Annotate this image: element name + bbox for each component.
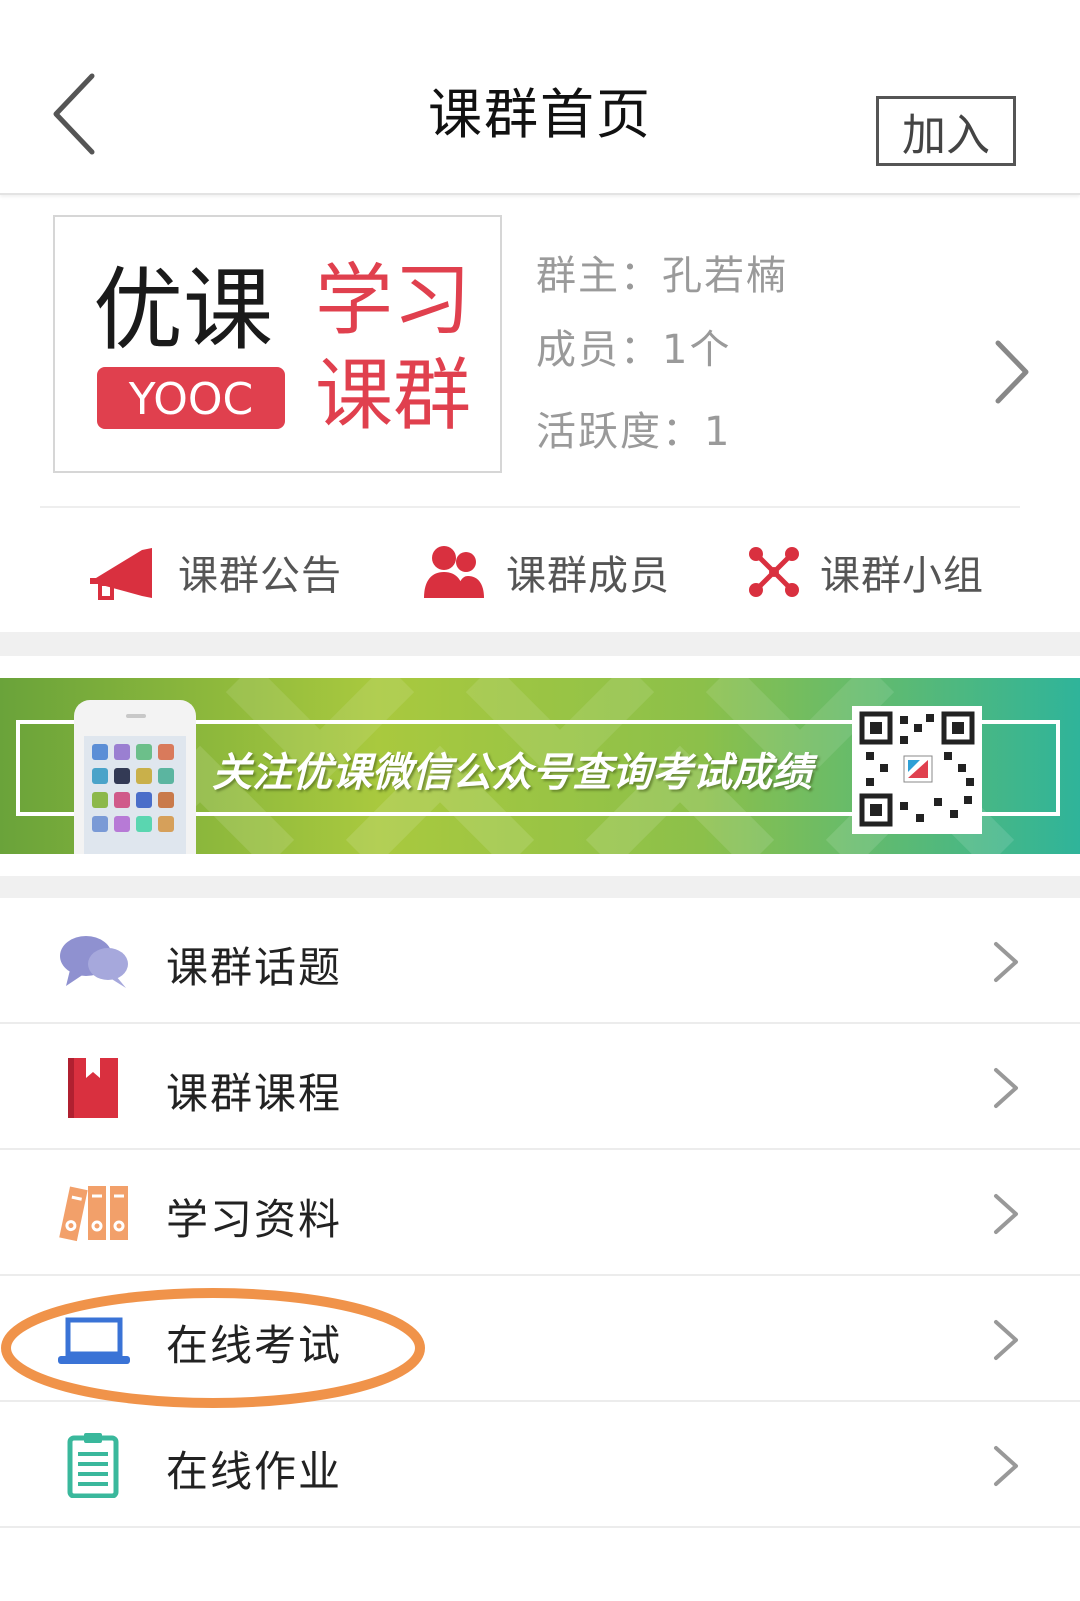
section-gap bbox=[0, 632, 1080, 656]
network-icon bbox=[749, 547, 799, 597]
chevron-right-icon bbox=[994, 1194, 1018, 1234]
menu-item-courses[interactable]: 课群课程 bbox=[0, 1024, 1080, 1150]
quick-action-members[interactable]: 课群成员 bbox=[422, 512, 670, 632]
phone-illustration bbox=[74, 700, 196, 854]
chevron-right-icon bbox=[994, 1068, 1018, 1108]
banner-text: 关注优课微信公众号查询考试成绩 bbox=[212, 750, 812, 796]
chevron-right-icon bbox=[994, 1320, 1018, 1360]
clipboard-icon bbox=[67, 1433, 119, 1498]
quick-action-label: 课群成员 bbox=[506, 553, 670, 599]
menu-item-topics[interactable]: 课群话题 bbox=[0, 898, 1080, 1024]
people-icon bbox=[424, 546, 484, 598]
menu-item-online-exam[interactable]: 在线考试 bbox=[0, 1276, 1080, 1402]
top-bar: 课群首页 加入 bbox=[0, 0, 1080, 195]
quick-action-notice[interactable]: 课群公告 bbox=[86, 512, 342, 632]
section-gap bbox=[0, 876, 1080, 898]
book-icon bbox=[68, 1058, 118, 1118]
qr-code-icon bbox=[852, 706, 982, 834]
menu-item-online-homework[interactable]: 在线作业 bbox=[0, 1402, 1080, 1528]
menu-item-label: 在线作业 bbox=[166, 1447, 343, 1496]
chat-bubbles-icon bbox=[60, 936, 128, 988]
chevron-right-icon bbox=[994, 1446, 1018, 1486]
binders-icon bbox=[59, 1186, 128, 1242]
join-button[interactable]: 加入 bbox=[876, 96, 1016, 166]
menu-item-label: 课群话题 bbox=[166, 943, 343, 992]
chevron-right-icon[interactable] bbox=[986, 337, 1036, 407]
megaphone-icon bbox=[90, 548, 152, 600]
wechat-promo-banner[interactable]: 关注优课微信公众号查询考试成绩 bbox=[0, 678, 1080, 854]
feature-menu: 课群话题 课群课程 学习资料 在线考试 在线作业 bbox=[0, 898, 1080, 1528]
quick-actions: 课群公告 课群成员 课群小组 bbox=[0, 512, 1080, 632]
logo-brand-cn: 优课 bbox=[93, 258, 273, 363]
quick-action-label: 课群公告 bbox=[178, 553, 342, 599]
laptop-icon bbox=[58, 1317, 130, 1364]
chevron-right-icon bbox=[994, 942, 1018, 982]
quick-action-groups[interactable]: 课群小组 bbox=[748, 512, 984, 632]
menu-item-label: 在线考试 bbox=[166, 1321, 343, 1370]
menu-item-label: 课群课程 bbox=[166, 1069, 343, 1118]
group-owner: 群主：孔若楠 bbox=[536, 253, 788, 299]
logo-brand-en: YOOC bbox=[128, 374, 253, 425]
group-member-count: 成员：1个 bbox=[536, 327, 732, 373]
divider bbox=[40, 506, 1020, 508]
group-info-card[interactable]: 优课 YOOC 学习 课群 群主：孔若楠 成员：1个 活跃度：1 bbox=[0, 197, 1080, 509]
quick-action-label: 课群小组 bbox=[820, 553, 984, 599]
menu-item-materials[interactable]: 学习资料 bbox=[0, 1150, 1080, 1276]
logo-title-line2: 课群 bbox=[315, 351, 471, 441]
menu-item-label: 学习资料 bbox=[166, 1195, 343, 1244]
logo-title-line1: 学习 bbox=[315, 256, 471, 346]
group-activity: 活跃度：1 bbox=[536, 409, 732, 455]
group-logo: 优课 YOOC 学习 课群 bbox=[53, 215, 502, 473]
